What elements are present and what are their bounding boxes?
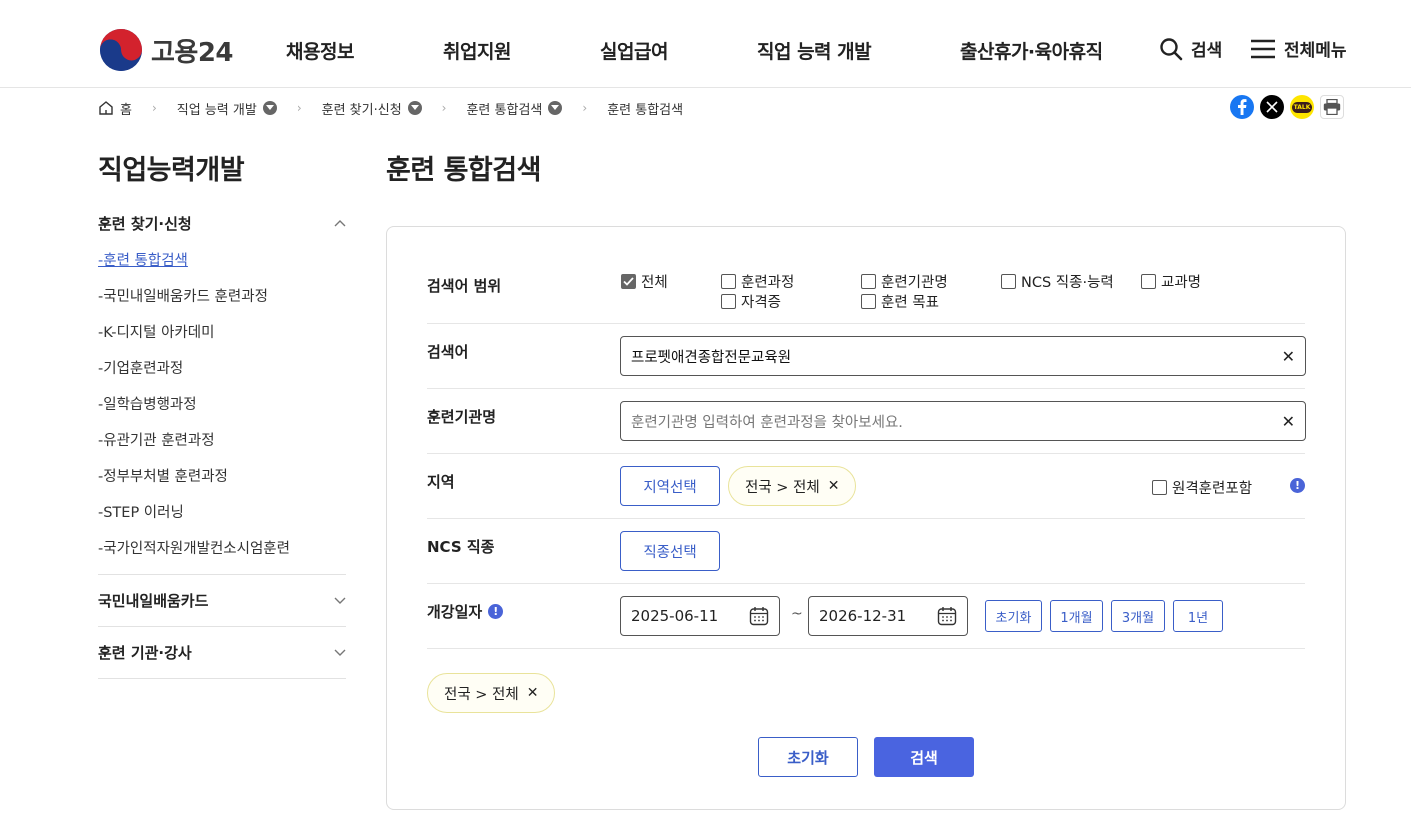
sidebar-submenu: -훈련 통합검색 -국민내일배움카드 훈련과정 -K-디지털 아카데미 -기업훈… bbox=[98, 241, 346, 565]
logo[interactable]: 고용24 bbox=[99, 28, 234, 72]
scope-goal-checkbox[interactable]: 훈련 목표 bbox=[861, 291, 939, 312]
scope-label: 검색어 범위 bbox=[427, 277, 502, 295]
clear-icon[interactable]: ✕ bbox=[1282, 347, 1295, 366]
keyword-row: 검색어 프로펫애견종합전문교육원 ✕ bbox=[427, 324, 1306, 389]
institution-row: 훈련기관명 훈련기관명 입력하여 훈련과정을 찾아보세요. ✕ bbox=[427, 389, 1306, 454]
keyword-label: 검색어 bbox=[427, 343, 469, 361]
search-icon bbox=[1160, 37, 1183, 60]
scope-course-checkbox[interactable]: 훈련과정 bbox=[721, 271, 794, 292]
sidebar: 훈련 찾기·신청 -훈련 통합검색 -국민내일배움카드 훈련과정 -K-디지털 … bbox=[98, 205, 346, 679]
breadcrumb-training-find[interactable]: 훈련 찾기·신청 bbox=[322, 99, 422, 118]
breadcrumb-home[interactable]: 홈 bbox=[98, 99, 132, 118]
selected-region-chip: 전국 > 전체 ✕ bbox=[427, 673, 556, 713]
nav-unemployment-benefit[interactable]: 실업급여 bbox=[600, 37, 668, 64]
nav-parental-leave[interactable]: 출산휴가·육아휴직 bbox=[960, 37, 1103, 64]
sidebar-item-card-course[interactable]: -국민내일배움카드 훈련과정 bbox=[98, 277, 346, 313]
date-1month-button[interactable]: 1개월 bbox=[1050, 600, 1103, 632]
ncs-row: NCS 직종 직종선택 bbox=[427, 519, 1305, 584]
header-search-button[interactable]: 검색 bbox=[1159, 36, 1222, 61]
facebook-icon[interactable] bbox=[1230, 95, 1254, 119]
reset-button[interactable]: 초기화 bbox=[758, 737, 858, 777]
all-menu-button[interactable]: 전체메뉴 bbox=[1250, 36, 1347, 61]
calendar-icon[interactable] bbox=[749, 606, 769, 626]
sidebar-item-company-training[interactable]: -기업훈련과정 bbox=[98, 349, 346, 385]
sidebar-item-consortium[interactable]: -국가인적자원개발컨소시엄훈련 bbox=[98, 529, 346, 565]
site-header: 고용24 채용정보 취업지원 실업급여 직업 능력 개발 출산휴가·육아휴직 검… bbox=[0, 0, 1411, 88]
close-icon[interactable]: ✕ bbox=[828, 478, 840, 494]
sidebar-group-card[interactable]: 국민내일배움카드 bbox=[98, 575, 346, 627]
start-date-input[interactable]: 2025-06-11 bbox=[620, 596, 780, 636]
kakaotalk-icon[interactable]: TALK bbox=[1290, 95, 1314, 119]
all-menu-label: 전체메뉴 bbox=[1284, 41, 1347, 61]
home-icon bbox=[99, 101, 113, 115]
region-select-button[interactable]: 지역선택 bbox=[620, 466, 720, 506]
date-range-tilde: ~ bbox=[791, 606, 803, 622]
page-title: 훈련 통합검색 bbox=[386, 155, 541, 186]
institution-input[interactable]: 훈련기관명 입력하여 훈련과정을 찾아보세요. ✕ bbox=[620, 401, 1306, 441]
header-search-label: 검색 bbox=[1191, 41, 1223, 61]
search-panel: 검색어 범위 전체 훈련과정 훈련기관명 NCS 직종·능력 교과명 자격증 훈… bbox=[386, 226, 1346, 810]
sidebar-item-ministry[interactable]: -정부부처별 훈련과정 bbox=[98, 457, 346, 493]
info-icon[interactable]: ! bbox=[1290, 478, 1305, 493]
logo-text: 고용24 bbox=[151, 37, 234, 68]
close-icon[interactable]: ✕ bbox=[527, 685, 539, 701]
chevron-right-icon: › bbox=[151, 101, 157, 115]
sidebar-item-work-study[interactable]: -일학습병행과정 bbox=[98, 385, 346, 421]
print-icon[interactable] bbox=[1320, 95, 1344, 119]
sidebar-item-step[interactable]: -STEP 이러닝 bbox=[98, 493, 346, 529]
remote-training-checkbox[interactable]: 원격훈련포함 bbox=[1152, 477, 1252, 498]
ncs-select-button[interactable]: 직종선택 bbox=[620, 531, 720, 571]
checkbox-checked-icon bbox=[621, 274, 636, 289]
chevron-up-icon bbox=[334, 220, 346, 227]
region-label: 지역 bbox=[427, 473, 455, 491]
date-3month-button[interactable]: 3개월 bbox=[1111, 600, 1165, 632]
x-twitter-icon[interactable] bbox=[1260, 95, 1284, 119]
taegeuk-logo-icon bbox=[100, 29, 142, 71]
sidebar-item-k-digital[interactable]: -K-디지털 아카데미 bbox=[98, 313, 346, 349]
region-chip: 전국 > 전체 ✕ bbox=[728, 466, 857, 506]
date-reset-button[interactable]: 초기화 bbox=[985, 600, 1042, 632]
sidebar-item-related-agency[interactable]: -유관기관 훈련과정 bbox=[98, 421, 346, 457]
nav-vocational-training[interactable]: 직업 능력 개발 bbox=[757, 37, 872, 64]
chevron-down-icon bbox=[334, 597, 346, 604]
region-row: 지역 지역선택 전국 > 전체 ✕ 원격훈련포함 ! bbox=[427, 454, 1305, 519]
chevron-right-icon: › bbox=[582, 101, 588, 115]
end-date-input[interactable]: 2026-12-31 bbox=[808, 596, 968, 636]
scope-ncs-checkbox[interactable]: NCS 직종·능력 bbox=[1001, 271, 1114, 292]
dropdown-icon[interactable] bbox=[262, 101, 277, 115]
sidebar-title: 직업능력개발 bbox=[98, 155, 245, 186]
info-icon[interactable]: ! bbox=[488, 604, 504, 619]
search-button[interactable]: 검색 bbox=[874, 737, 974, 777]
sidebar-group-institution[interactable]: 훈련 기관·강사 bbox=[98, 627, 346, 679]
scope-row: 검색어 범위 전체 훈련과정 훈련기관명 NCS 직종·능력 교과명 자격증 훈… bbox=[427, 227, 1305, 324]
scope-subject-checkbox[interactable]: 교과명 bbox=[1141, 271, 1201, 292]
clear-icon[interactable]: ✕ bbox=[1282, 412, 1295, 431]
hamburger-menu-icon bbox=[1251, 39, 1275, 58]
sidebar-group-training-find[interactable]: 훈련 찾기·신청 bbox=[98, 205, 346, 241]
dropdown-icon[interactable] bbox=[548, 101, 563, 115]
date-label: 개강일자 ! bbox=[427, 601, 504, 622]
breadcrumb-current: 훈련 통합검색 bbox=[607, 102, 684, 118]
ncs-label: NCS 직종 bbox=[427, 538, 495, 556]
nav-employment-support[interactable]: 취업지원 bbox=[443, 37, 511, 64]
institution-label: 훈련기관명 bbox=[427, 408, 497, 426]
chevron-right-icon: › bbox=[441, 101, 447, 115]
breadcrumb-integrated-search[interactable]: 훈련 통합검색 bbox=[466, 99, 563, 118]
breadcrumb: 홈 › 직업 능력 개발 › 훈련 찾기·신청 › 훈련 통합검색 › 훈련 통… bbox=[98, 98, 683, 118]
keyword-input[interactable]: 프로펫애견종합전문교육원 ✕ bbox=[620, 336, 1306, 376]
date-1year-button[interactable]: 1년 bbox=[1173, 600, 1223, 632]
chevron-right-icon: › bbox=[296, 101, 302, 115]
date-row: 개강일자 ! 2025-06-11 ~ 2026-12-31 초기화 1개월 3… bbox=[427, 584, 1305, 649]
share-buttons: TALK bbox=[1230, 95, 1344, 119]
scope-certificate-checkbox[interactable]: 자격증 bbox=[721, 291, 781, 312]
breadcrumb-vocational[interactable]: 직업 능력 개발 bbox=[177, 99, 277, 118]
dropdown-icon[interactable] bbox=[407, 101, 422, 115]
nav-recruit[interactable]: 채용정보 bbox=[286, 37, 354, 64]
calendar-icon[interactable] bbox=[937, 606, 957, 626]
scope-all-checkbox[interactable]: 전체 bbox=[621, 271, 668, 292]
sidebar-item-integrated-search[interactable]: -훈련 통합검색 bbox=[98, 241, 346, 277]
chevron-down-icon bbox=[334, 649, 346, 656]
scope-institution-checkbox[interactable]: 훈련기관명 bbox=[861, 271, 948, 292]
